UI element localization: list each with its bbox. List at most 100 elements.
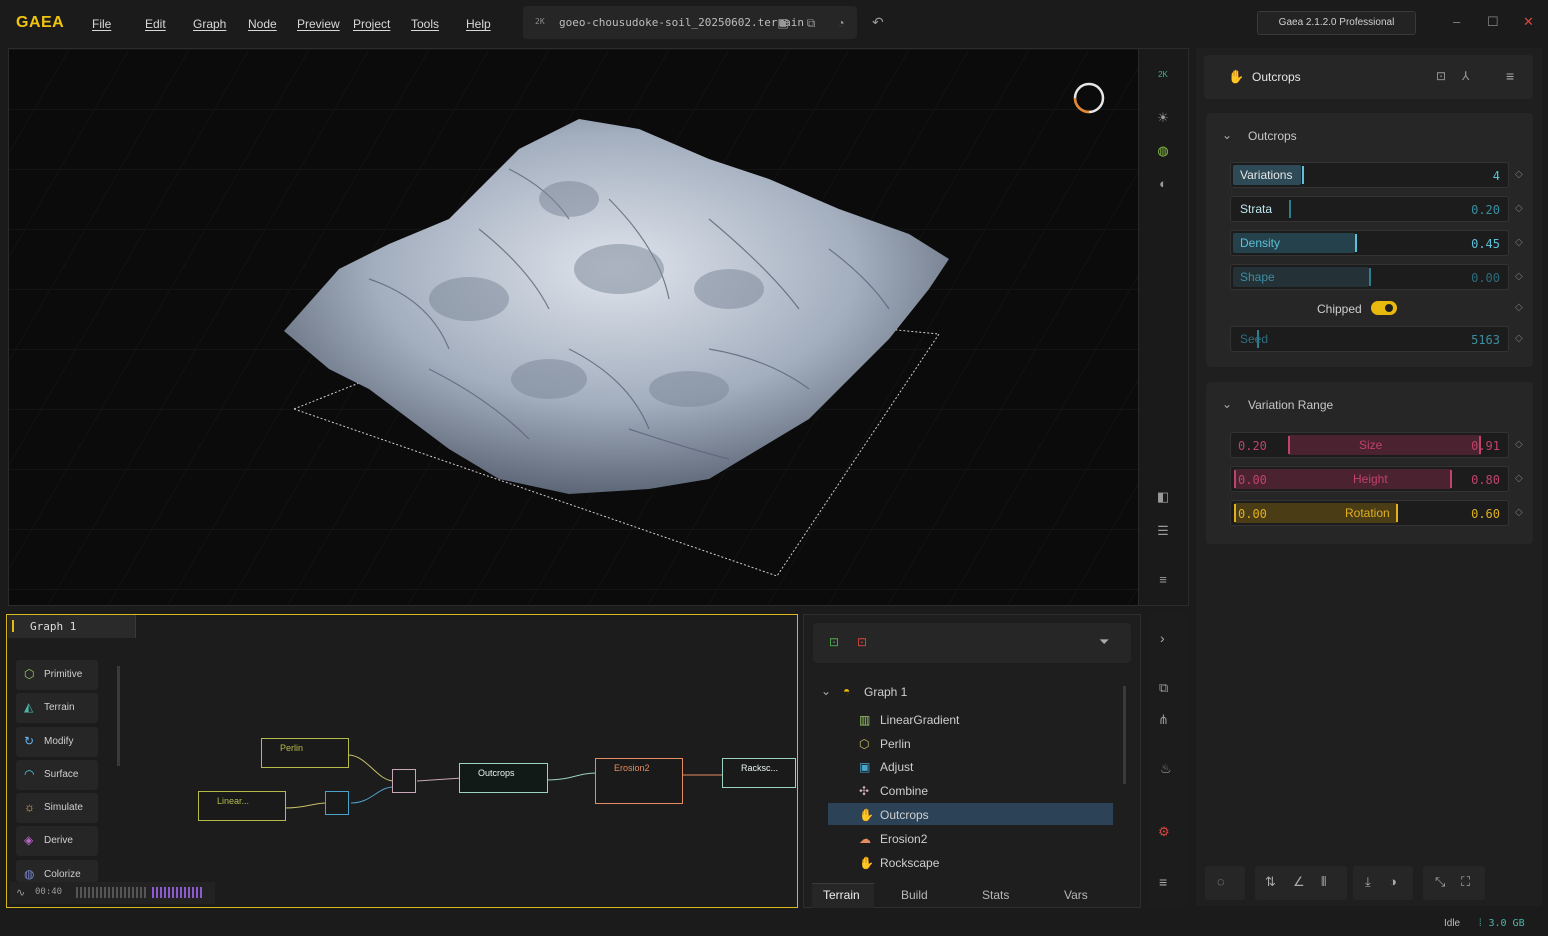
- param-strata[interactable]: Strata 0.20: [1230, 196, 1509, 222]
- node-title[interactable]: Outcrops: [1252, 70, 1301, 84]
- menu-tools[interactable]: Tools: [411, 17, 439, 31]
- node-erosion2[interactable]: Erosion2: [595, 758, 683, 804]
- tree-item[interactable]: Adjust: [880, 760, 913, 774]
- flip-icon[interactable]: ⇅: [1265, 874, 1276, 890]
- tool-group-3[interactable]: ⤡ ⛶: [1423, 866, 1485, 900]
- copy-icon[interactable]: ⧉: [803, 15, 819, 31]
- node-combine[interactable]: [392, 769, 416, 793]
- keyframe-icon[interactable]: ◇: [1515, 203, 1523, 214]
- resolution-toggle[interactable]: 2K: [1152, 64, 1174, 86]
- bookmark-icon[interactable]: ⧉: [1159, 680, 1168, 696]
- flame-icon[interactable]: ♨: [1160, 761, 1172, 777]
- graph-tab[interactable]: Graph 1: [8, 615, 136, 638]
- tab-build[interactable]: Build: [901, 888, 928, 902]
- version-badge[interactable]: Gaea 2.1.2.0 Professional: [1257, 11, 1416, 35]
- collapse-icon[interactable]: ⌄: [1222, 397, 1232, 411]
- chevron-right-icon[interactable]: ›: [1160, 630, 1165, 646]
- tree-item[interactable]: Rockscape: [880, 856, 939, 870]
- hierarchy-icon[interactable]: ⋔: [1158, 712, 1169, 728]
- maximize-icon[interactable]: ☐: [1487, 14, 1499, 30]
- tab-stats[interactable]: Stats: [982, 888, 1009, 902]
- keyframe-icon[interactable]: ◇: [1515, 333, 1523, 344]
- library-scrollbar[interactable]: [117, 666, 120, 766]
- menu-file[interactable]: File: [92, 17, 111, 31]
- keyframe-icon[interactable]: ◇: [1515, 302, 1523, 313]
- param-seed[interactable]: Seed 5163: [1230, 326, 1509, 352]
- param-variations[interactable]: Variations 4: [1230, 162, 1509, 188]
- fullscreen-icon[interactable]: ⛶: [1461, 874, 1470, 890]
- menu-project[interactable]: Project: [353, 17, 390, 31]
- collapse-icon[interactable]: ⌄: [821, 684, 831, 698]
- tree-scrollbar[interactable]: [1123, 686, 1126, 784]
- node-linear[interactable]: Linear...: [198, 791, 286, 821]
- save-icon[interactable]: ▣: [775, 15, 791, 31]
- menu-edit[interactable]: Edit: [145, 17, 166, 31]
- tree-item[interactable]: LinearGradient: [880, 713, 959, 727]
- tab-terrain[interactable]: Terrain: [823, 888, 860, 902]
- tree-item[interactable]: Perlin: [880, 737, 911, 751]
- node-adjust[interactable]: [325, 791, 349, 815]
- node-rockscape[interactable]: Racksc...: [722, 758, 796, 788]
- tool-group-1[interactable]: ⇅ ∠ ⫴: [1255, 866, 1347, 900]
- select-icon[interactable]: ⊡: [829, 635, 839, 649]
- section-title[interactable]: Outcrops: [1248, 129, 1297, 143]
- environment-icon[interactable]: ◍: [1152, 140, 1174, 162]
- library-modify[interactable]: ↻ Modify: [16, 727, 98, 757]
- tool-group-2[interactable]: ⤓ ◑: [1353, 866, 1413, 900]
- file-box[interactable]: 2K goeo-chousudoke-soil_20250602.terrain…: [523, 6, 857, 39]
- keyframe-icon[interactable]: ◇: [1515, 439, 1523, 450]
- range-height[interactable]: 0.00 Height 0.80: [1230, 466, 1509, 492]
- keyframe-icon[interactable]: ◇: [1515, 507, 1523, 518]
- terrain-render[interactable]: [9, 49, 1139, 606]
- keyframe-icon[interactable]: ◇: [1515, 169, 1523, 180]
- split-view-icon[interactable]: ◧: [1152, 486, 1174, 508]
- contrast-icon[interactable]: ◑: [1389, 874, 1397, 889]
- close-icon[interactable]: ✕: [1523, 14, 1534, 30]
- 3d-viewport[interactable]: [8, 48, 1189, 606]
- section-title[interactable]: Variation Range: [1248, 398, 1333, 412]
- menu-node[interactable]: Node: [248, 17, 277, 31]
- keyframe-icon[interactable]: ◇: [1515, 271, 1523, 282]
- library-terrain[interactable]: ◭ Terrain: [16, 693, 98, 723]
- node-menu-icon[interactable]: ≡: [1506, 68, 1514, 84]
- layout-icon[interactable]: ☰: [1152, 520, 1174, 542]
- library-primitive[interactable]: ⬡ Primitive: [16, 660, 98, 690]
- download-icon[interactable]: ⤓: [1365, 874, 1371, 890]
- menu-preview[interactable]: Preview: [297, 17, 340, 31]
- shrink-icon[interactable]: ⤡: [1435, 874, 1445, 890]
- undo-icon[interactable]: ↶: [872, 14, 884, 31]
- port-icon[interactable]: ⅄: [1462, 69, 1469, 83]
- history-icon[interactable]: ◔: [833, 15, 849, 31]
- keyframe-icon[interactable]: ◇: [1515, 237, 1523, 248]
- range-size[interactable]: 0.20 Size 0.91: [1230, 432, 1509, 458]
- plugin-icon[interactable]: ⚙: [1158, 824, 1170, 840]
- render-mode-icon[interactable]: ◐: [1152, 173, 1174, 195]
- library-simulate[interactable]: ☼ Simulate: [16, 793, 98, 823]
- split-icon[interactable]: ⫴: [1321, 874, 1326, 890]
- library-surface[interactable]: ◠ Surface: [16, 760, 98, 790]
- export-icon[interactable]: ⊡: [1436, 69, 1446, 83]
- deselect-icon[interactable]: ⊡: [857, 635, 867, 649]
- angle-icon[interactable]: ∠: [1293, 874, 1305, 890]
- sun-icon[interactable]: ☀: [1152, 107, 1174, 129]
- param-density[interactable]: Density 0.45: [1230, 230, 1509, 256]
- viewport-menu-icon[interactable]: ≡: [1152, 569, 1174, 591]
- add-tool[interactable]: ◌: [1205, 866, 1245, 900]
- tab-vars[interactable]: Vars: [1064, 888, 1088, 902]
- filter-icon[interactable]: ⏷: [1099, 634, 1109, 650]
- tree-item[interactable]: Combine: [880, 784, 928, 798]
- range-rotation[interactable]: 0.00 Rotation 0.60: [1230, 500, 1509, 526]
- menu-help[interactable]: Help: [466, 17, 491, 31]
- minimize-icon[interactable]: –: [1453, 14, 1460, 29]
- panel-menu-icon[interactable]: ≡: [1159, 874, 1167, 890]
- timeline[interactable]: ∿ 00:40: [10, 882, 215, 904]
- node-perlin[interactable]: Perlin: [261, 738, 349, 768]
- menu-graph[interactable]: Graph: [193, 17, 226, 31]
- tree-item[interactable]: Outcrops: [880, 808, 929, 822]
- library-derive[interactable]: ◈ Derive: [16, 826, 98, 856]
- param-shape[interactable]: Shape 0.00: [1230, 264, 1509, 290]
- tree-item[interactable]: Erosion2: [880, 832, 927, 846]
- chipped-toggle[interactable]: [1371, 301, 1397, 315]
- node-outcrops[interactable]: Outcrops: [459, 763, 548, 793]
- file-name[interactable]: goeo-chousudoke-soil_20250602.terrain: [559, 16, 804, 29]
